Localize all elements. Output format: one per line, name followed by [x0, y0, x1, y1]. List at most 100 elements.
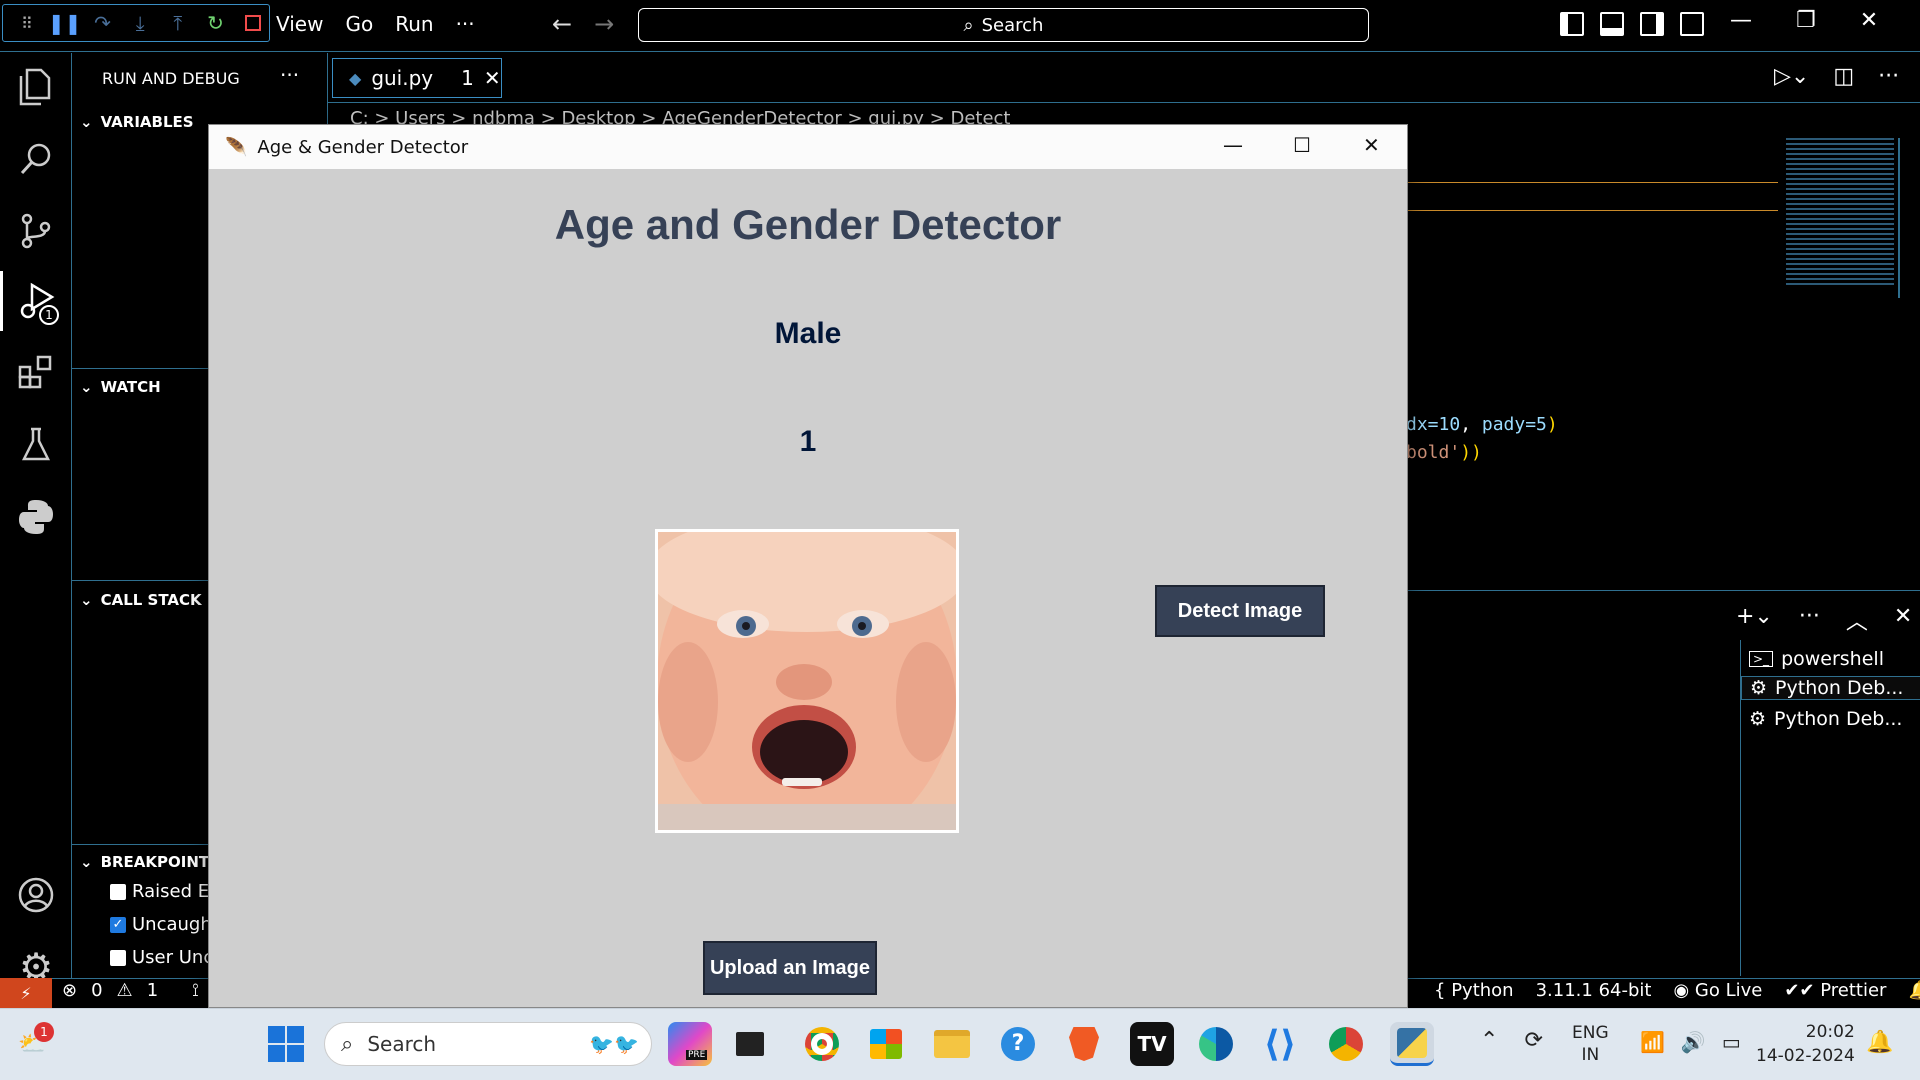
back-arrow-icon[interactable]: ← — [552, 10, 572, 38]
python-app-icon[interactable] — [1390, 1022, 1434, 1066]
panel-more-icon[interactable]: ··· — [1799, 604, 1820, 636]
chrome-icon[interactable] — [800, 1022, 844, 1066]
menu-run[interactable]: Run — [395, 12, 433, 36]
toggle-secondary-sidebar-icon[interactable] — [1640, 12, 1664, 36]
detect-image-button[interactable]: Detect Image — [1155, 585, 1325, 637]
breakpoint-item[interactable]: ✓ Uncaugh — [110, 914, 212, 935]
menu-go[interactable]: Go — [345, 12, 373, 36]
step-out-icon[interactable]: ⤒ — [162, 8, 194, 38]
testing-icon[interactable] — [0, 415, 72, 475]
copilot-icon[interactable]: PRE — [668, 1022, 712, 1066]
command-center-search[interactable]: ⌕ Search — [638, 8, 1369, 42]
brave-icon[interactable] — [1062, 1022, 1106, 1066]
extensions-icon[interactable] — [0, 343, 72, 403]
terminal-item[interactable]: ⚙ Python Deb... — [1741, 676, 1920, 700]
debug-toolbar: ⠿ ❚❚ ↷ ⤓ ⤒ ↻ — [2, 4, 270, 42]
remote-indicator-icon[interactable]: ⚡ — [0, 978, 52, 1008]
checkbox[interactable] — [110, 949, 126, 966]
close-icon[interactable]: ✕ — [1860, 8, 1878, 33]
stop-icon[interactable] — [237, 8, 269, 38]
checkbox-checked[interactable]: ✓ — [110, 916, 126, 933]
windows-start-icon[interactable] — [264, 1022, 308, 1066]
edge-icon[interactable] — [1194, 1022, 1238, 1066]
pause-icon[interactable]: ❚❚ — [48, 8, 82, 38]
tk-close-icon[interactable]: ✕ — [1363, 133, 1380, 157]
variables-section-header[interactable]: ⌄ VARIABLES — [80, 113, 194, 131]
debug-icon: ⚙ — [1750, 677, 1768, 699]
python-icon[interactable] — [0, 487, 72, 547]
terminal-item[interactable]: >_ powershell — [1749, 648, 1884, 670]
menu-view[interactable]: View — [276, 12, 323, 36]
wifi-icon: 📶 — [1640, 1030, 1665, 1054]
maximize-panel-icon[interactable]: ︿ — [1846, 604, 1868, 636]
tk-minimize-icon[interactable]: — — [1223, 133, 1243, 157]
weather-icon[interactable]: ⛅ 1 — [10, 1022, 54, 1066]
sync-icon[interactable]: ⟳ — [1524, 1028, 1542, 1053]
minimap[interactable] — [1786, 138, 1894, 288]
search-icon[interactable] — [0, 129, 72, 189]
checkbox[interactable] — [110, 883, 126, 900]
scrollbar[interactable] — [1898, 138, 1900, 298]
toggle-panel-icon[interactable] — [1600, 12, 1624, 36]
explorer-icon[interactable] — [0, 57, 72, 117]
notification-bell-icon[interactable]: 🔔 — [1866, 1030, 1893, 1055]
restart-icon[interactable]: ↻ — [200, 8, 232, 38]
tk-maximize-icon[interactable]: ☐ — [1293, 133, 1311, 157]
file-explorer-icon[interactable] — [930, 1022, 974, 1066]
status-golive[interactable]: ◉ Go Live — [1673, 980, 1762, 1001]
step-over-icon[interactable]: ↷ — [87, 8, 119, 38]
menu-more[interactable]: ··· — [456, 12, 475, 36]
status-language[interactable]: { Python — [1434, 980, 1514, 1001]
microsoft-store-icon[interactable] — [864, 1022, 908, 1066]
restore-icon[interactable]: ❐ — [1796, 8, 1816, 33]
task-view-icon[interactable] — [728, 1022, 772, 1066]
call-stack-section-header[interactable]: ⌄ CALL STACK — [80, 591, 202, 609]
editor-tab-gui-py[interactable]: ◆ gui.py 1 ✕ — [332, 58, 502, 98]
toggle-sidebar-icon[interactable] — [1560, 12, 1584, 36]
drag-handle-icon[interactable]: ⠿ — [11, 8, 43, 38]
help-icon[interactable]: ? — [996, 1022, 1040, 1066]
lang-top: ENG — [1572, 1023, 1609, 1043]
search-icon: ⌕ — [963, 14, 974, 36]
accounts-icon[interactable] — [0, 865, 72, 925]
editor-more-icon[interactable]: ··· — [1878, 64, 1899, 89]
forward-arrow-icon[interactable]: → — [594, 10, 614, 38]
breakpoint-label: User Unc — [132, 947, 214, 968]
upload-image-button[interactable]: Upload an Image — [703, 941, 877, 995]
status-prettier[interactable]: ✔✔ Prettier — [1784, 980, 1886, 1001]
split-editor-icon[interactable]: ◫ — [1833, 64, 1854, 89]
customize-layout-icon[interactable] — [1680, 12, 1704, 36]
system-tray[interactable]: 📶 🔊 ▭ — [1640, 1030, 1741, 1054]
watch-section-header[interactable]: ⌄ WATCH — [80, 378, 161, 396]
variables-label: VARIABLES — [100, 113, 194, 131]
terminal-icon: >_ — [1749, 651, 1774, 667]
breakpoints-section-header[interactable]: ⌄ BREAKPOINTS — [80, 853, 220, 871]
status-interpreter[interactable]: 3.11.1 64-bit — [1536, 980, 1652, 1001]
chrome-profile-icon[interactable] — [1324, 1022, 1368, 1066]
close-panel-icon[interactable]: ✕ — [1894, 604, 1912, 636]
breakpoint-item[interactable]: User Unc — [110, 947, 213, 968]
layout-controls — [1560, 12, 1704, 36]
notifications-bell-icon[interactable]: 🔔 — [1908, 980, 1920, 1001]
gender-label: Male — [774, 317, 842, 350]
taskbar-search[interactable]: ⌕ Search 🐦🐦 — [324, 1022, 652, 1066]
taskbar-search-label: Search — [367, 1032, 437, 1056]
tradingview-icon[interactable]: TV — [1130, 1022, 1174, 1066]
sidebar-more-icon[interactable]: ··· — [280, 63, 299, 87]
vscode-icon[interactable]: ⟨⟩ — [1258, 1022, 1302, 1066]
minimize-icon[interactable]: — — [1730, 8, 1752, 33]
clock[interactable]: 20:02 14-02-2024 — [1756, 1020, 1855, 1068]
tray-overflow-chevron-icon[interactable]: ⌃ — [1480, 1028, 1498, 1053]
status-problems[interactable]: ⊗0 ⚠1 ⟟0 — [62, 980, 224, 1001]
new-terminal-icon[interactable]: +⌄ — [1736, 604, 1773, 636]
breakpoint-item[interactable]: Raised E — [110, 881, 209, 902]
terminal-item[interactable]: ⚙ Python Deb... — [1749, 708, 1902, 730]
language-indicator[interactable]: ENG IN — [1572, 1022, 1609, 1066]
step-into-icon[interactable]: ⤓ — [124, 8, 156, 38]
tab-close-icon[interactable]: ✕ — [484, 66, 501, 90]
run-debug-icon[interactable]: 1 — [0, 271, 72, 331]
source-control-icon[interactable] — [0, 201, 72, 261]
highlight-line — [1406, 182, 1778, 183]
code-token: pady=5 — [1481, 414, 1547, 435]
run-file-icon[interactable]: ▷⌄ — [1774, 64, 1809, 89]
